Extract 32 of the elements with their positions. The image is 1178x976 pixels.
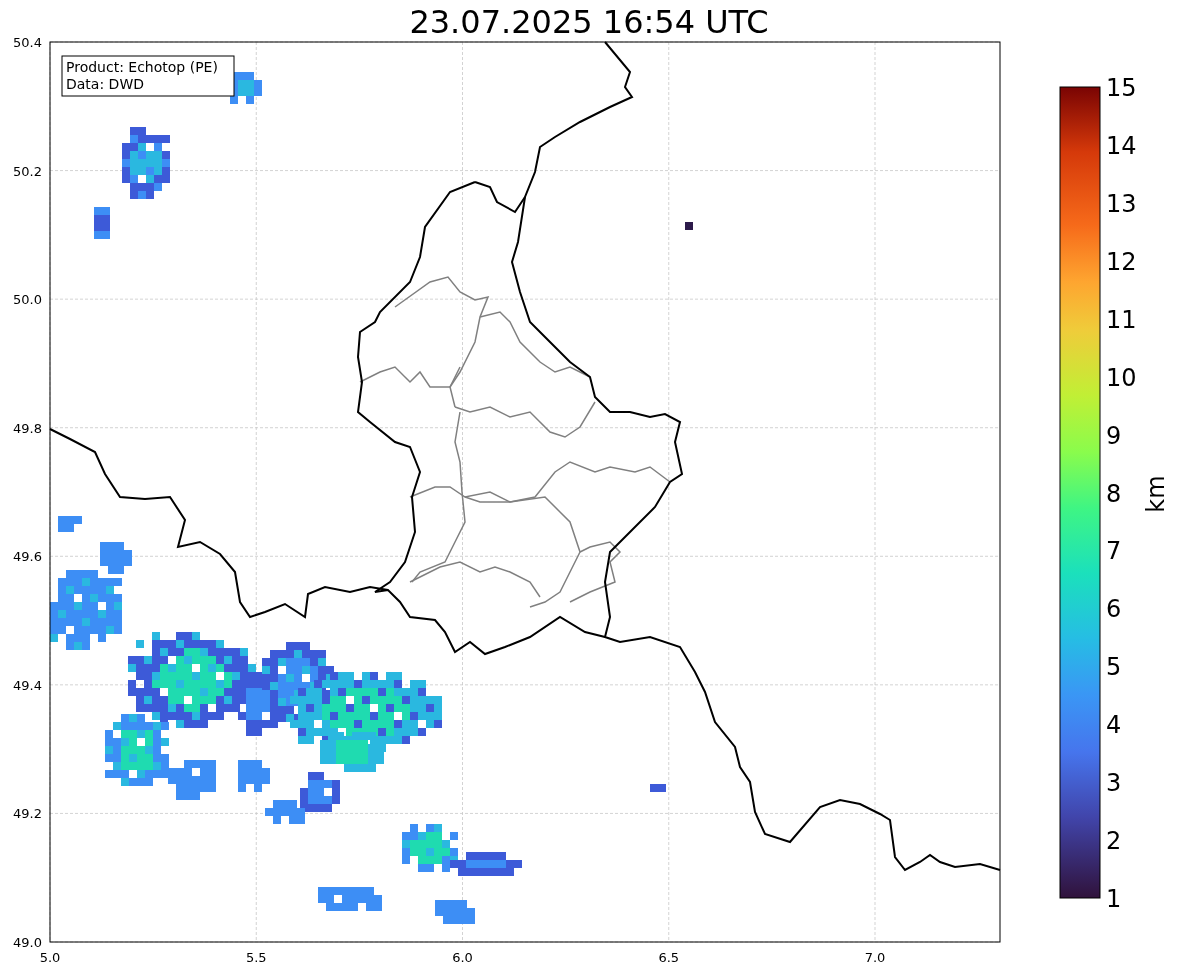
x-tick-label: 6.0 — [452, 950, 473, 965]
x-tick-label: 5.0 — [39, 950, 61, 965]
y-tick-label: 49.0 — [13, 935, 42, 950]
colorbar-label: km — [1142, 475, 1170, 513]
colorbar-tick-label: 7 — [1106, 537, 1122, 566]
colorbar-tick-label: 3 — [1106, 769, 1122, 798]
x-tick-label: 6.5 — [658, 950, 680, 965]
colorbar-tick-label: 10 — [1106, 363, 1137, 392]
x-tick-label: 5.5 — [245, 950, 267, 965]
legend-text: Data: DWD — [66, 76, 144, 92]
y-tick-label: 49.4 — [13, 677, 42, 693]
colorbar-tick-label: 11 — [1106, 305, 1137, 334]
y-tick-label: 49.2 — [13, 806, 42, 822]
colorbar-tick-label: 12 — [1106, 247, 1137, 276]
colorbar-tick-label: 1 — [1106, 885, 1122, 913]
y-tick-label: 49.8 — [13, 420, 42, 436]
colorbar-tick-label: 4 — [1106, 711, 1122, 740]
y-tick-label: 49.6 — [13, 549, 42, 565]
colorbar-tick-label: 13 — [1106, 189, 1137, 218]
colorbar-tick-label: 5 — [1106, 653, 1122, 682]
colorbar-tick-label: 8 — [1106, 479, 1122, 508]
chart-title: 23.07.2025 16:54 UTC — [408, 2, 770, 42]
y-tick-label: 50.4 — [13, 35, 42, 50]
y-tick-label: 50.0 — [13, 292, 42, 308]
colorbar-tick-label: 15 — [1106, 74, 1137, 102]
colorbar-tick-label: 14 — [1106, 131, 1137, 160]
colorbar-tick-label: 9 — [1106, 421, 1122, 450]
y-tick-label: 50.2 — [13, 163, 42, 179]
x-tick-label: 7.0 — [864, 950, 886, 965]
colorbar-tick-label: 2 — [1106, 827, 1122, 856]
legend-text: Product: Echotop (PE) — [66, 59, 218, 75]
colorbar-tick-label: 6 — [1106, 595, 1122, 624]
